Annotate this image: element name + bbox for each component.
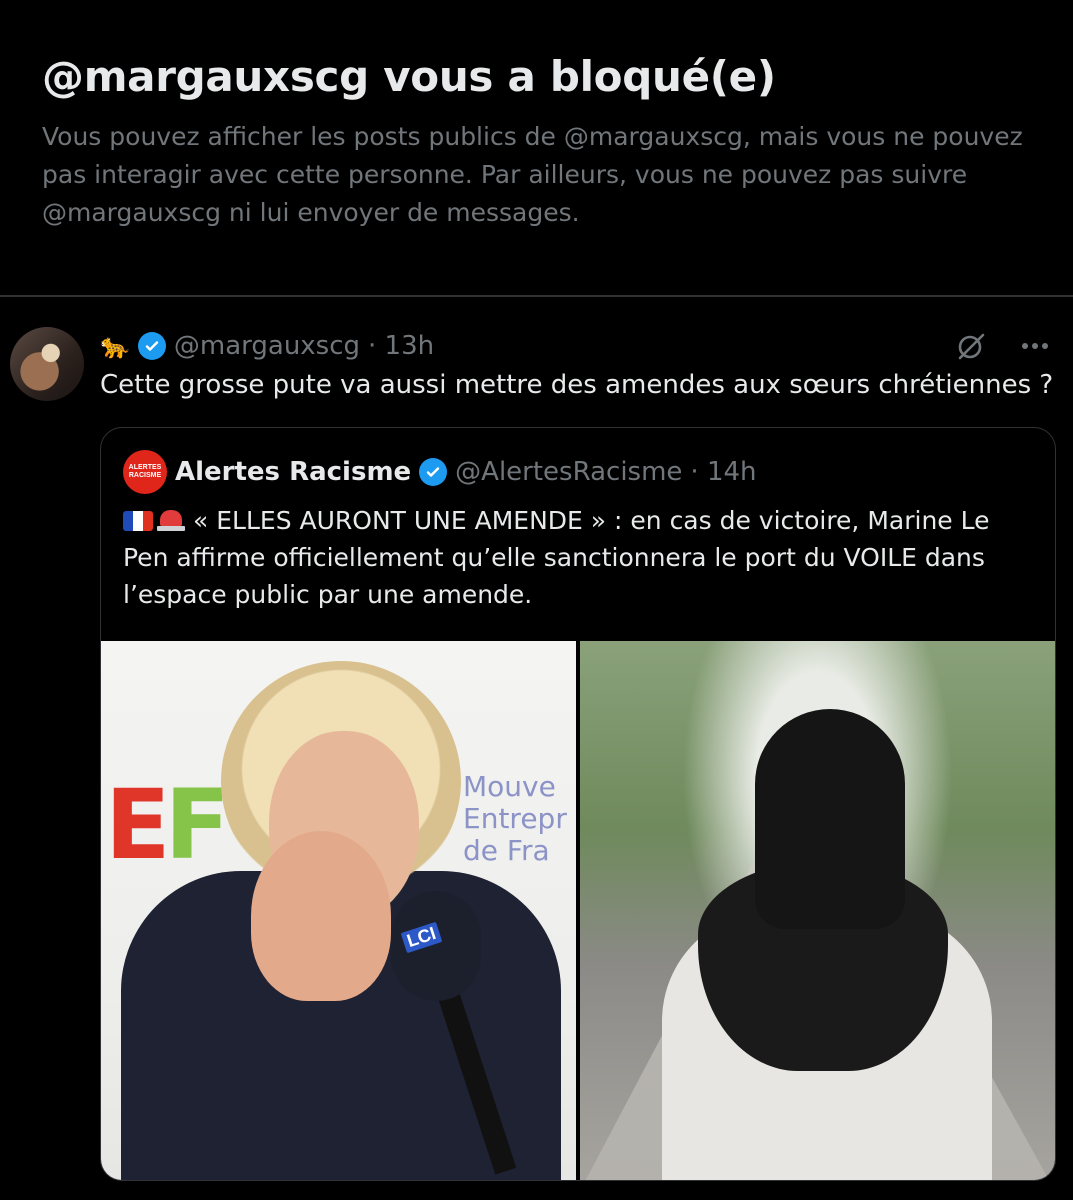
raised-hand <box>251 831 391 1001</box>
logo-letter-e: E <box>105 769 171 881</box>
siren-icon <box>157 508 185 532</box>
blocked-title: @margauxscg vous a bloqué(e) <box>42 52 776 101</box>
backdrop-text: Mouve Entrepr de Fra <box>463 771 567 867</box>
quoted-avatar[interactable]: ALERTES RACISME <box>123 450 167 494</box>
post-actions <box>953 328 1053 364</box>
hijab-head <box>755 709 905 929</box>
france-flag-icon <box>123 511 153 531</box>
verified-badge-icon[interactable] <box>419 458 448 486</box>
quoted-handle[interactable]: @AlertesRacisme <box>455 457 682 487</box>
quoted-header: Alertes Racisme @AlertesRacisme · 14h <box>175 450 757 494</box>
avatar[interactable] <box>10 327 84 401</box>
quoted-avatar-text-2: RACISME <box>128 472 162 479</box>
display-name-emoji[interactable]: 🐆 <box>100 332 130 361</box>
quoted-avatar-text-1: ALERTES <box>128 464 162 471</box>
backdrop-line-2: Entrepr <box>463 802 567 835</box>
quoted-display-name[interactable]: Alertes Racisme <box>175 457 411 487</box>
more-icon[interactable] <box>1017 328 1053 364</box>
media-grid: EF Mouve Entrepr de Fra LCI <box>101 641 1055 1180</box>
grok-icon[interactable] <box>953 328 989 364</box>
backdrop-line-3: de Fra <box>463 834 550 867</box>
photo-politician[interactable]: EF Mouve Entrepr de Fra LCI <box>101 641 576 1180</box>
photo-veiled-woman[interactable] <box>580 641 1055 1180</box>
quoted-text: « ELLES AURONT UNE AMENDE » : en cas de … <box>123 502 1033 613</box>
quoted-text-body: « ELLES AURONT UNE AMENDE » : en cas de … <box>123 506 990 609</box>
divider <box>0 295 1073 297</box>
post-time[interactable]: · 13h <box>368 331 434 361</box>
logo-letter-f: F <box>164 769 231 881</box>
blocked-banner: @margauxscg vous a bloqué(e) Vous pouvez… <box>0 0 1073 296</box>
quoted-time[interactable]: · 14h <box>690 457 756 487</box>
quoted-post[interactable]: ALERTES RACISME Alertes Racisme @Alertes… <box>100 427 1056 1181</box>
event-logo: EF <box>105 769 231 881</box>
verified-badge-icon[interactable] <box>137 332 166 360</box>
post-text: Cette grosse pute va aussi mettre des am… <box>100 370 1054 400</box>
backdrop-line-1: Mouve <box>463 770 556 803</box>
blocked-description: Vous pouvez afficher les posts publics d… <box>42 122 1023 227</box>
post-header: 🐆 @margauxscg · 13h <box>100 326 434 366</box>
post-handle[interactable]: @margauxscg <box>174 331 360 361</box>
